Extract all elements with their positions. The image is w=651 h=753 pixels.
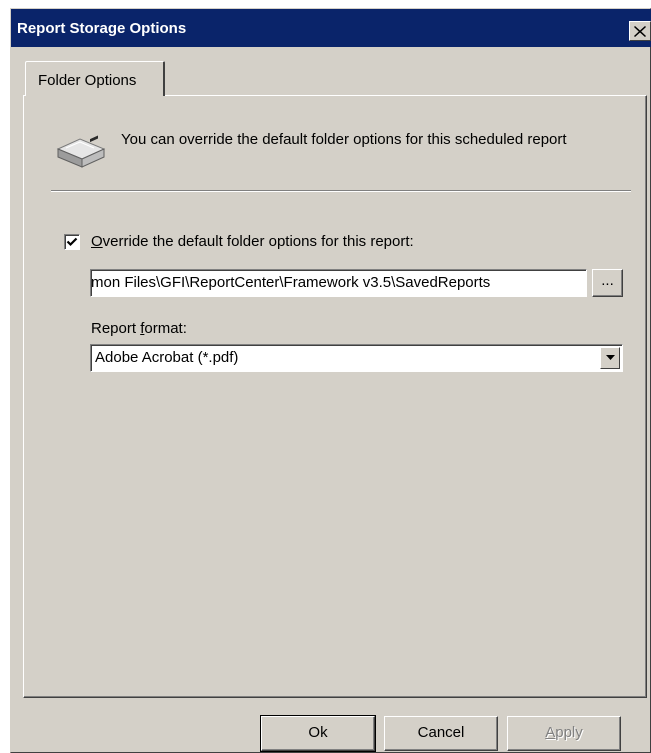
ok-button[interactable]: Ok — [260, 715, 376, 752]
report-format-label: Report format: — [91, 320, 187, 337]
report-format-label-pre: Report — [91, 320, 141, 337]
save-path-value: mon Files\GFI\ReportCenter\Framework v3.… — [91, 274, 491, 291]
override-checkbox-label[interactable]: Override the default folder options for … — [91, 233, 414, 250]
close-icon — [634, 25, 646, 37]
apply-button[interactable]: Apply — [507, 716, 621, 751]
browse-button[interactable]: ... — [592, 269, 623, 297]
window-title: Report Storage Options — [17, 20, 187, 37]
info-text: You can override the default folder opti… — [121, 131, 567, 148]
report-storage-options-dialog: Report Storage Options Folder Options Yo… — [10, 8, 651, 753]
save-path-input[interactable]: mon Files\GFI\ReportCenter\Framework v3.… — [90, 269, 587, 297]
chevron-down-icon — [605, 355, 615, 360]
title-bar[interactable]: Report Storage Options — [11, 9, 651, 47]
tab-label: Folder Options — [38, 72, 137, 89]
apply-rest: pply — [555, 724, 583, 741]
hard-drive-icon — [56, 135, 106, 168]
tab-folder-options[interactable]: Folder Options — [25, 61, 165, 96]
report-format-select[interactable]: Adobe Acrobat (*.pdf) — [90, 344, 623, 372]
report-format-value: Adobe Acrobat (*.pdf) — [95, 349, 239, 366]
override-checkbox[interactable] — [64, 234, 80, 250]
folder-options-panel — [23, 95, 647, 698]
dropdown-button[interactable] — [600, 347, 620, 369]
close-button[interactable] — [629, 21, 651, 41]
report-format-label-post: ormat: — [144, 320, 187, 337]
checkmark-icon — [66, 237, 78, 247]
apply-accel: A — [545, 724, 556, 741]
separator — [51, 190, 631, 192]
cancel-button[interactable]: Cancel — [384, 716, 498, 751]
